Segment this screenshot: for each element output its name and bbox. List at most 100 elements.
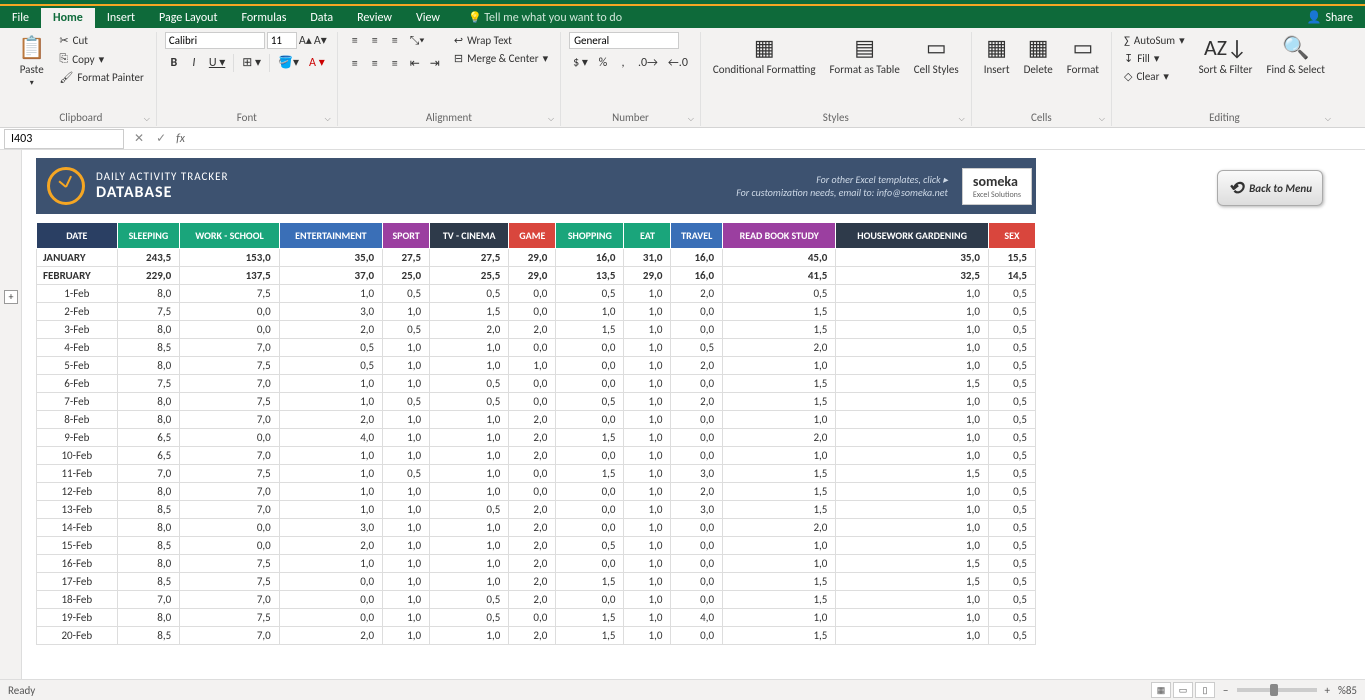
tab-data[interactable]: Data [298, 8, 345, 28]
tab-page-layout[interactable]: Page Layout [147, 8, 229, 28]
underline-button[interactable]: U ▾ [205, 53, 229, 72]
decrease-font-button[interactable]: A▾ [314, 33, 327, 48]
col-sleeping[interactable]: SLEEPING [117, 223, 180, 249]
name-box[interactable] [4, 129, 124, 149]
formula-bar[interactable] [189, 130, 1365, 148]
format-as-table-button[interactable]: ▤Format as Table [826, 32, 904, 78]
format-painter-button[interactable]: 🖌 Format Painter [55, 69, 147, 86]
tab-file[interactable]: File [0, 8, 41, 28]
align-top-button[interactable]: ≡ [346, 32, 364, 50]
table-row[interactable]: 4-Feb8,57,00,51,01,00,00,01,00,52,01,00,… [37, 339, 1036, 357]
table-row[interactable]: 6-Feb7,57,01,01,00,50,00,01,00,01,51,50,… [37, 375, 1036, 393]
table-row[interactable]: 7-Feb8,07,51,00,50,50,00,51,02,01,51,00,… [37, 393, 1036, 411]
table-row[interactable]: 19-Feb8,07,50,01,00,50,01,51,04,01,01,00… [37, 609, 1036, 627]
table-row[interactable]: 11-Feb7,07,51,00,51,00,01,51,03,01,51,50… [37, 465, 1036, 483]
number-format-select[interactable] [569, 32, 679, 49]
table-row[interactable]: 8-Feb8,07,02,01,01,02,00,01,00,01,01,00,… [37, 411, 1036, 429]
sort-filter-button[interactable]: AZ↓Sort & Filter [1195, 32, 1257, 78]
delete-cells-button[interactable]: ▦Delete [1020, 32, 1057, 78]
enter-formula-button[interactable]: ✓ [150, 131, 172, 146]
align-right-button[interactable]: ≡ [386, 55, 404, 73]
table-row[interactable]: 5-Feb8,07,50,51,01,01,00,01,02,01,01,00,… [37, 357, 1036, 375]
page-break-button[interactable]: ▯ [1195, 682, 1215, 698]
border-button[interactable]: ⊞ ▾ [238, 53, 265, 72]
align-middle-button[interactable]: ≡ [366, 32, 384, 50]
zoom-in-button[interactable]: + [1325, 684, 1330, 697]
find-select-button[interactable]: 🔍Find & Select [1262, 32, 1328, 78]
percent-button[interactable]: % [594, 54, 612, 72]
cancel-formula-button[interactable]: ✕ [128, 131, 150, 146]
autosum-button[interactable]: ∑ AutoSum ▾ [1120, 32, 1189, 49]
col-sport[interactable]: SPORT [383, 223, 430, 249]
table-row[interactable]: 1-Feb8,07,51,00,50,50,00,51,02,00,51,00,… [37, 285, 1036, 303]
col-sex[interactable]: SEX [988, 223, 1035, 249]
col-housework-gardening[interactable]: HOUSEWORK GARDENING [836, 223, 989, 249]
col-tv-cinema[interactable]: TV - CINEMA [430, 223, 509, 249]
worksheet-area[interactable]: + DAILY ACTIVITY TRACKER DATABASE For ot… [0, 150, 1365, 679]
wrap-text-button[interactable]: ↩ Wrap Text [450, 32, 552, 49]
decrease-decimal-button[interactable]: ←.0 [664, 54, 692, 72]
font-name-select[interactable] [165, 32, 265, 49]
table-row[interactable]: 20-Feb8,57,02,01,01,02,01,51,00,01,51,00… [37, 627, 1036, 645]
cut-button[interactable]: ✂ Cut [55, 32, 147, 49]
table-row[interactable]: 9-Feb6,50,04,01,01,02,01,51,00,02,01,00,… [37, 429, 1036, 447]
table-row[interactable]: 15-Feb8,50,02,01,01,02,00,51,00,01,01,00… [37, 537, 1036, 555]
table-row[interactable]: 18-Feb7,07,00,01,00,52,00,01,00,01,51,00… [37, 591, 1036, 609]
orientation-button[interactable]: ⤡▾ [406, 32, 429, 50]
decrease-indent-button[interactable]: ⇤ [406, 54, 424, 73]
normal-view-button[interactable]: ▦ [1151, 682, 1171, 698]
bold-button[interactable]: B [165, 54, 183, 72]
tab-formulas[interactable]: Formulas [229, 8, 298, 28]
fx-icon[interactable]: fx [172, 132, 189, 146]
fill-button[interactable]: ↧ Fill ▾ [1120, 50, 1189, 67]
col-read-book-study[interactable]: READ BOOK STUDY [723, 223, 836, 249]
format-cells-button[interactable]: ▭Format [1063, 32, 1103, 78]
col-eat[interactable]: EAT [624, 223, 671, 249]
align-left-button[interactable]: ≡ [346, 55, 364, 73]
table-row[interactable]: 12-Feb8,07,01,01,01,00,00,01,02,01,51,00… [37, 483, 1036, 501]
table-row[interactable]: 10-Feb6,57,01,01,01,02,00,01,00,01,01,00… [37, 447, 1036, 465]
table-row[interactable]: 13-Feb8,57,01,01,00,52,00,01,03,01,51,00… [37, 501, 1036, 519]
table-row[interactable]: 17-Feb8,57,50,01,01,02,01,51,00,01,51,50… [37, 573, 1036, 591]
cell-styles-button[interactable]: ▭Cell Styles [910, 32, 963, 78]
col-entertainment[interactable]: ENTERTAINMENT [279, 223, 382, 249]
back-to-menu-button[interactable]: ⟲ Back to Menu [1217, 170, 1323, 206]
comma-button[interactable]: , [614, 54, 632, 72]
collapse-group-button[interactable]: + [4, 290, 18, 304]
italic-button[interactable]: I [185, 54, 203, 72]
col-game[interactable]: GAME [509, 223, 556, 249]
insert-cells-button[interactable]: ▦Insert [980, 32, 1014, 78]
merge-center-button[interactable]: ⊟ Merge & Center ▾ [450, 50, 552, 67]
paste-button[interactable]: 📋Paste▾ [14, 32, 49, 90]
summary-row[interactable]: JANUARY243,5153,035,027,527,529,016,031,… [37, 249, 1036, 267]
zoom-out-button[interactable]: − [1223, 684, 1228, 697]
increase-indent-button[interactable]: ⇥ [426, 54, 444, 73]
col-work-school[interactable]: WORK - SCHOOL [180, 223, 280, 249]
col-travel[interactable]: TRAVEL [671, 223, 723, 249]
page-layout-button[interactable]: ▭ [1173, 682, 1193, 698]
share-button[interactable]: 👤 Share [1294, 7, 1365, 28]
increase-font-button[interactable]: A▴ [299, 33, 312, 48]
summary-row[interactable]: FEBRUARY229,0137,537,025,025,529,013,529… [37, 267, 1036, 285]
table-row[interactable]: 3-Feb8,00,02,00,52,02,01,51,00,01,51,00,… [37, 321, 1036, 339]
table-row[interactable]: 14-Feb8,00,03,01,01,02,00,01,00,02,01,00… [37, 519, 1036, 537]
table-row[interactable]: 2-Feb7,50,03,01,01,50,01,01,00,01,51,00,… [37, 303, 1036, 321]
accounting-format-button[interactable]: $ ▾ [569, 53, 592, 72]
copy-button[interactable]: ⎘ Copy ▾ [55, 50, 147, 68]
table-row[interactable]: 16-Feb8,07,51,01,01,02,00,01,00,01,01,50… [37, 555, 1036, 573]
align-center-button[interactable]: ≡ [366, 55, 384, 73]
clear-button[interactable]: ◇ Clear ▾ [1120, 68, 1189, 85]
tab-review[interactable]: Review [345, 8, 404, 28]
col-shopping[interactable]: SHOPPING [556, 223, 624, 249]
increase-decimal-button[interactable]: .0→ [634, 54, 662, 72]
col-date[interactable]: DATE [37, 223, 118, 249]
tab-home[interactable]: Home [41, 8, 95, 28]
font-color-button[interactable]: A ▾ [305, 53, 329, 72]
tab-insert[interactable]: Insert [95, 8, 147, 28]
tell-me-input[interactable]: Tell me what you want to do [456, 8, 634, 28]
fill-color-button[interactable]: 🪣▾ [274, 53, 303, 72]
zoom-slider[interactable] [1237, 688, 1317, 692]
align-bottom-button[interactable]: ≡ [386, 32, 404, 50]
activity-table[interactable]: DATESLEEPINGWORK - SCHOOLENTERTAINMENTSP… [36, 222, 1036, 645]
conditional-formatting-button[interactable]: ▦Conditional Formatting [709, 32, 820, 78]
